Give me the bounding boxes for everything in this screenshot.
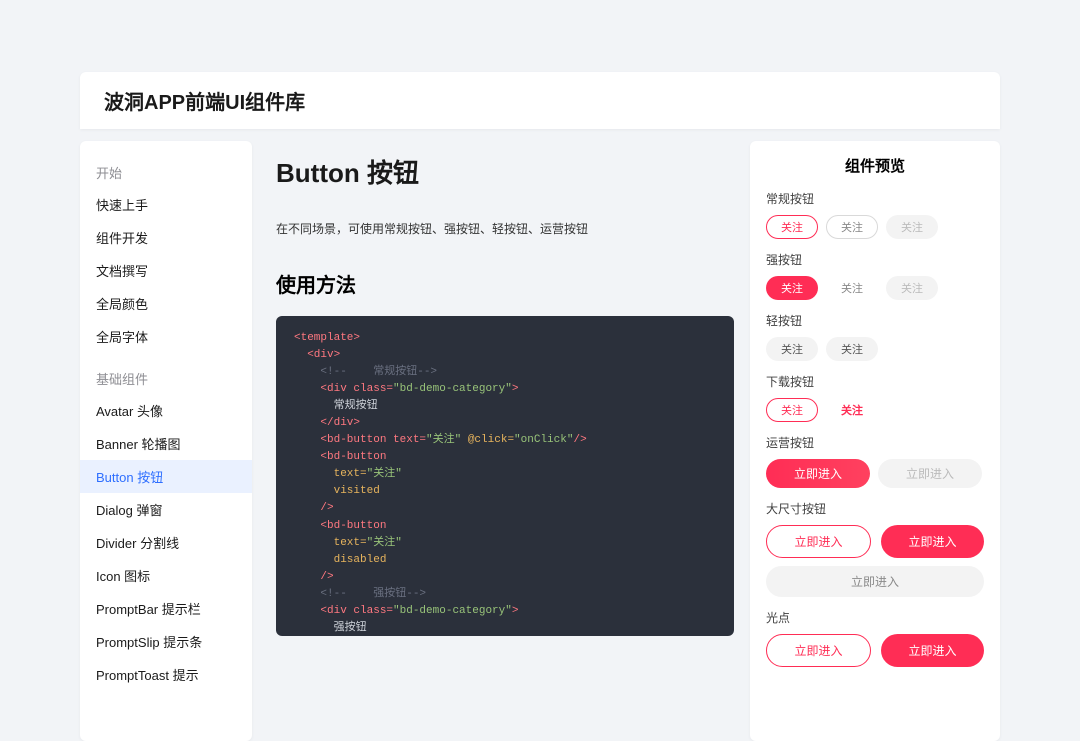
sidebar-group-components: 基础组件 [80,359,252,394]
big-button-full[interactable]: 立即进入 [766,566,984,597]
preview-title: 组件预览 [766,155,984,176]
site-title: 波洞APP前端UI组件库 [104,86,976,115]
preview-panel: 组件预览 常规按钮 关注 关注 关注 强按钮 关注 关注 关注 轻按钮 关注 关… [750,141,1000,741]
sidebar-item-quickstart[interactable]: 快速上手 [80,188,252,221]
sidebar-item-doc-writing[interactable]: 文档撰写 [80,254,252,287]
dot-button-solid[interactable]: 立即进入 [881,634,984,667]
op-button[interactable]: 立即进入 [766,459,870,488]
strong-button-visited[interactable]: 关注 [826,276,878,300]
sidebar-item-button[interactable]: Button 按钮 [80,460,252,493]
preview-cat-normal: 常规按钮 [766,190,984,207]
normal-button[interactable]: 关注 [766,215,818,239]
preview-cat-download: 下载按钮 [766,373,984,390]
header-bar: 波洞APP前端UI组件库 [80,72,1000,129]
download-button[interactable]: 关注 [766,398,818,422]
big-button-outline[interactable]: 立即进入 [766,525,871,558]
sidebar-item-prompttoast[interactable]: PromptToast 提示 [80,658,252,691]
page-description: 在不同场景，可使用常规按钮、强按钮、轻按钮、运营按钮 [276,220,734,237]
sidebar: 开始 快速上手 组件开发 文档撰写 全局颜色 全局字体 基础组件 Avatar … [80,141,252,741]
sidebar-item-avatar[interactable]: Avatar 头像 [80,394,252,427]
sidebar-item-promptslip[interactable]: PromptSlip 提示条 [80,625,252,658]
doc-panel: Button 按钮 在不同场景，可使用常规按钮、强按钮、轻按钮、运营按钮 使用方… [264,141,738,741]
preview-cat-op: 运营按钮 [766,434,984,451]
normal-button-disabled: 关注 [886,215,938,239]
big-button-solid[interactable]: 立即进入 [881,525,984,558]
preview-cat-big: 大尺寸按钮 [766,500,984,517]
light-button-2[interactable]: 关注 [826,337,878,361]
download-button-2[interactable]: 关注 [826,398,878,422]
sidebar-item-icon[interactable]: Icon 图标 [80,559,252,592]
code-block: <template> <div> <!-- 常规按钮--> <div class… [276,316,734,636]
page-title: Button 按钮 [276,153,734,190]
op-button-disabled: 立即进入 [878,459,982,488]
sidebar-group-start: 开始 [80,153,252,188]
usage-heading: 使用方法 [276,269,734,298]
light-button[interactable]: 关注 [766,337,818,361]
sidebar-item-divider[interactable]: Divider 分割线 [80,526,252,559]
strong-button-disabled: 关注 [886,276,938,300]
preview-cat-light: 轻按钮 [766,312,984,329]
preview-cat-dot: 光点 [766,609,984,626]
dot-button-outline[interactable]: 立即进入 [766,634,871,667]
sidebar-item-component-dev[interactable]: 组件开发 [80,221,252,254]
sidebar-item-promptbar[interactable]: PromptBar 提示栏 [80,592,252,625]
preview-cat-strong: 强按钮 [766,251,984,268]
sidebar-item-banner[interactable]: Banner 轮播图 [80,427,252,460]
sidebar-item-global-color[interactable]: 全局颜色 [80,287,252,320]
sidebar-item-global-font[interactable]: 全局字体 [80,320,252,353]
sidebar-item-dialog[interactable]: Dialog 弹窗 [80,493,252,526]
normal-button-visited[interactable]: 关注 [826,215,878,239]
strong-button[interactable]: 关注 [766,276,818,300]
